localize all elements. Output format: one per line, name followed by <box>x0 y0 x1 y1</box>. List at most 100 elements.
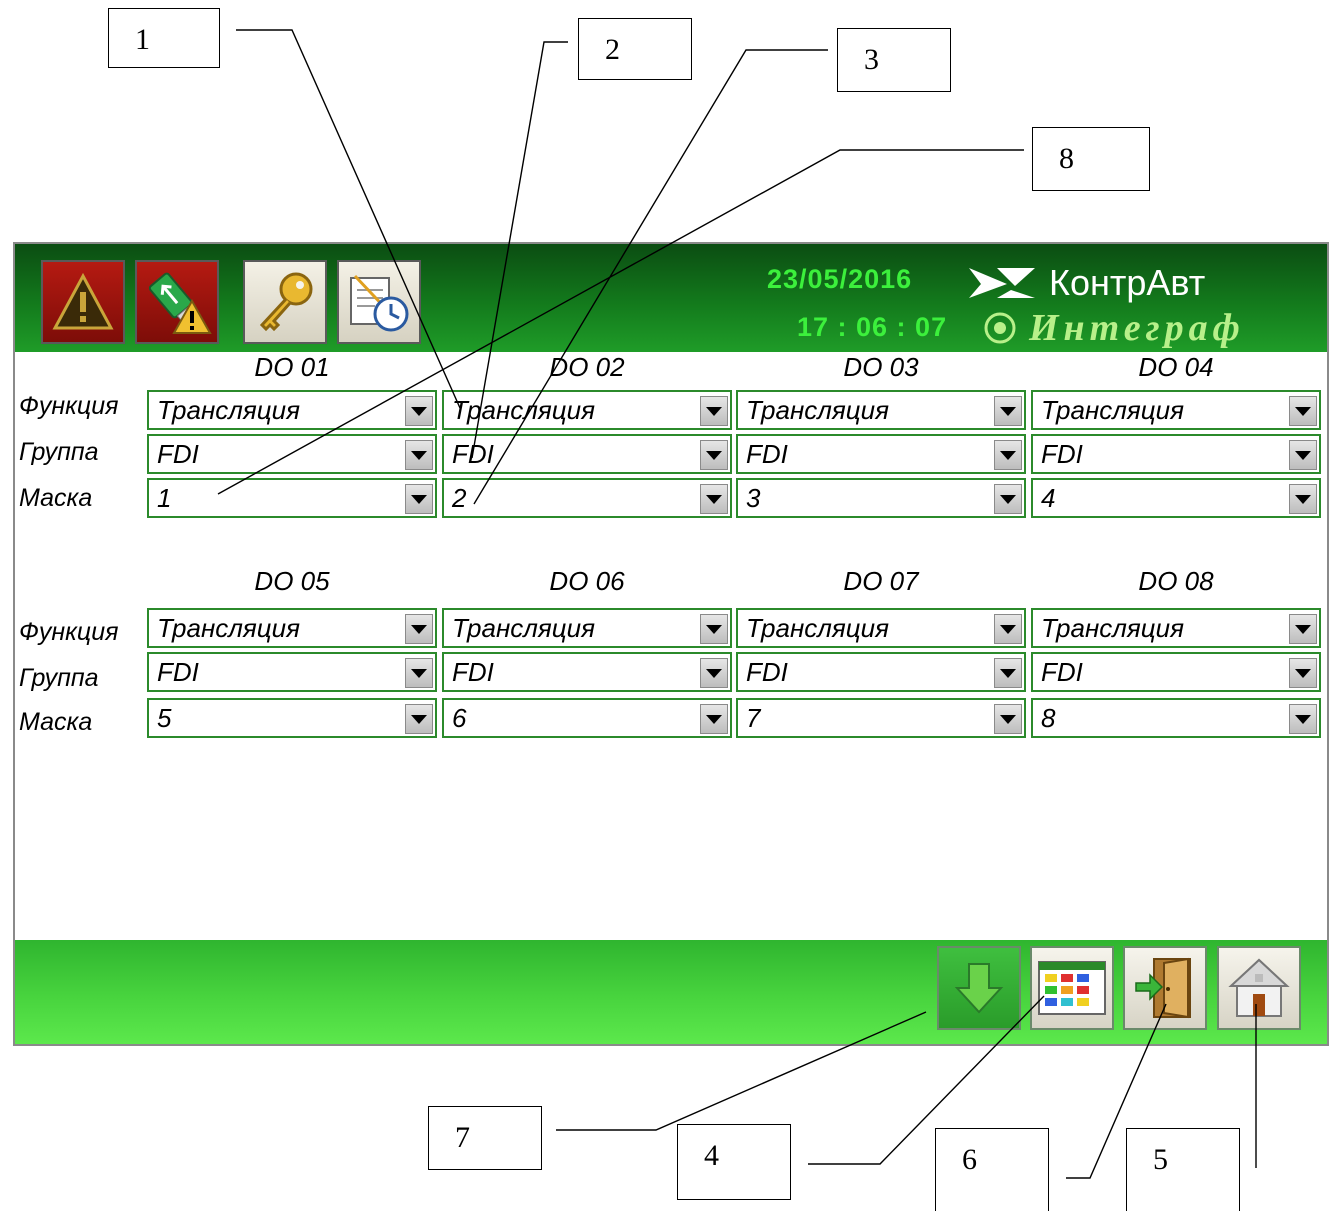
usb-alarm-icon <box>148 272 212 334</box>
dropdown-arrow-glyph <box>706 494 722 504</box>
chevron-down-icon[interactable] <box>994 440 1022 470</box>
home-button[interactable] <box>1217 946 1301 1030</box>
function-select[interactable]: Трансляция <box>1031 608 1321 648</box>
log-clock-button[interactable] <box>337 260 421 344</box>
dropdown-arrow-glyph <box>706 450 722 460</box>
mask-select[interactable]: 3 <box>736 478 1026 518</box>
do-settings-window: 23/05/2016 17 : 06 : 07 КонтрАвт Интегра… <box>13 242 1329 1046</box>
dropdown-arrow-glyph <box>411 406 427 416</box>
alarm-icon <box>52 272 114 330</box>
dropdown-arrow-glyph <box>1295 668 1311 678</box>
chevron-down-icon[interactable] <box>1289 658 1317 688</box>
dropdown-arrow-glyph <box>1295 714 1311 724</box>
group-select-value: FDI <box>746 657 788 687</box>
chevron-down-icon[interactable] <box>405 658 433 688</box>
chevron-down-icon[interactable] <box>700 614 728 644</box>
integraf-logo-icon <box>984 312 1016 344</box>
home-icon <box>1228 958 1290 1017</box>
function-select-value: Трансляция <box>746 613 890 643</box>
chevron-down-icon[interactable] <box>405 484 433 514</box>
channel-title: DO 08 <box>1138 566 1214 596</box>
function-select[interactable]: Трансляция <box>736 608 1026 648</box>
callout-8: 8 <box>1032 127 1150 191</box>
chevron-down-icon[interactable] <box>1289 484 1317 514</box>
group-select[interactable]: FDI <box>736 652 1026 692</box>
channel-title: DO 04 <box>1138 352 1214 382</box>
chevron-down-icon[interactable] <box>994 614 1022 644</box>
chevron-down-icon[interactable] <box>700 658 728 688</box>
chevron-down-icon[interactable] <box>405 614 433 644</box>
function-select[interactable]: Трансляция <box>1031 390 1321 430</box>
chevron-down-icon[interactable] <box>405 704 433 734</box>
dropdown-arrow-glyph <box>706 406 722 416</box>
channel-title: DO 01 <box>254 352 330 382</box>
group-select[interactable]: FDI <box>736 434 1026 474</box>
function-select[interactable]: Трансляция <box>147 390 437 430</box>
channel-title: DO 06 <box>549 566 625 596</box>
chevron-down-icon[interactable] <box>1289 704 1317 734</box>
group-select[interactable]: FDI <box>1031 434 1321 474</box>
chevron-down-icon[interactable] <box>700 396 728 426</box>
mask-select[interactable]: 1 <box>147 478 437 518</box>
chevron-down-icon[interactable] <box>700 704 728 734</box>
function-select[interactable]: Трансляция <box>442 608 732 648</box>
chevron-down-icon[interactable] <box>405 396 433 426</box>
channel-title: DO 07 <box>843 566 919 596</box>
function-select-value: Трансляция <box>452 613 596 643</box>
mask-select[interactable]: 2 <box>442 478 732 518</box>
alarm-button[interactable] <box>41 260 125 344</box>
mask-select[interactable]: 8 <box>1031 698 1321 738</box>
dropdown-arrow-glyph <box>411 668 427 678</box>
date-display: 23/05/2016 <box>767 264 913 294</box>
chevron-down-icon[interactable] <box>700 440 728 470</box>
chevron-down-icon[interactable] <box>994 396 1022 426</box>
mask-select-value: 2 <box>452 483 467 513</box>
download-button[interactable] <box>937 946 1021 1030</box>
mask-select-value: 1 <box>157 483 172 513</box>
usb-alarm-button[interactable] <box>135 260 219 344</box>
chevron-down-icon[interactable] <box>1289 396 1317 426</box>
mask-select[interactable]: 6 <box>442 698 732 738</box>
mask-select[interactable]: 4 <box>1031 478 1321 518</box>
footer-bar <box>15 940 1327 1044</box>
callout-3: 3 <box>837 28 951 92</box>
label-group-2: Группа <box>19 664 99 692</box>
integraf-logo: Интеграф <box>983 306 1245 350</box>
dropdown-arrow-glyph <box>1295 494 1311 504</box>
key-button[interactable] <box>243 260 327 344</box>
chevron-down-icon[interactable] <box>994 484 1022 514</box>
exit-button[interactable] <box>1123 946 1207 1030</box>
chevron-down-icon[interactable] <box>994 658 1022 688</box>
group-select[interactable]: FDI <box>442 652 732 692</box>
chevron-down-icon[interactable] <box>1289 614 1317 644</box>
group-select-value: FDI <box>157 657 199 687</box>
mask-select-value: 8 <box>1041 703 1056 733</box>
function-select[interactable]: Трансляция <box>736 390 1026 430</box>
chevron-down-icon[interactable] <box>405 440 433 470</box>
group-select-value: FDI <box>452 657 494 687</box>
chevron-down-icon[interactable] <box>1289 440 1317 470</box>
header-bar: 23/05/2016 17 : 06 : 07 КонтрАвт Интегра… <box>15 244 1327 352</box>
function-select[interactable]: Трансляция <box>147 608 437 648</box>
function-select-value: Трансляция <box>157 395 301 425</box>
dropdown-arrow-glyph <box>411 714 427 724</box>
kontravt-logo-icon <box>969 268 1035 298</box>
dropdown-arrow-glyph <box>706 624 722 634</box>
channel-title: DO 03 <box>843 352 919 382</box>
group-select[interactable]: FDI <box>442 434 732 474</box>
dropdown-arrow-glyph <box>1000 668 1016 678</box>
callout-4: 4 <box>677 1124 791 1200</box>
table-view-button[interactable] <box>1030 946 1114 1030</box>
group-select[interactable]: FDI <box>147 652 437 692</box>
dropdown-arrow-glyph <box>1000 624 1016 634</box>
group-select[interactable]: FDI <box>1031 652 1321 692</box>
kontravt-logo-text: КонтрАвт <box>1049 262 1206 303</box>
dropdown-arrow-glyph <box>1000 494 1016 504</box>
mask-select[interactable]: 7 <box>736 698 1026 738</box>
group-select[interactable]: FDI <box>147 434 437 474</box>
function-select[interactable]: Трансляция <box>442 390 732 430</box>
mask-select[interactable]: 5 <box>147 698 437 738</box>
dropdown-arrow-glyph <box>1000 714 1016 724</box>
chevron-down-icon[interactable] <box>994 704 1022 734</box>
chevron-down-icon[interactable] <box>700 484 728 514</box>
